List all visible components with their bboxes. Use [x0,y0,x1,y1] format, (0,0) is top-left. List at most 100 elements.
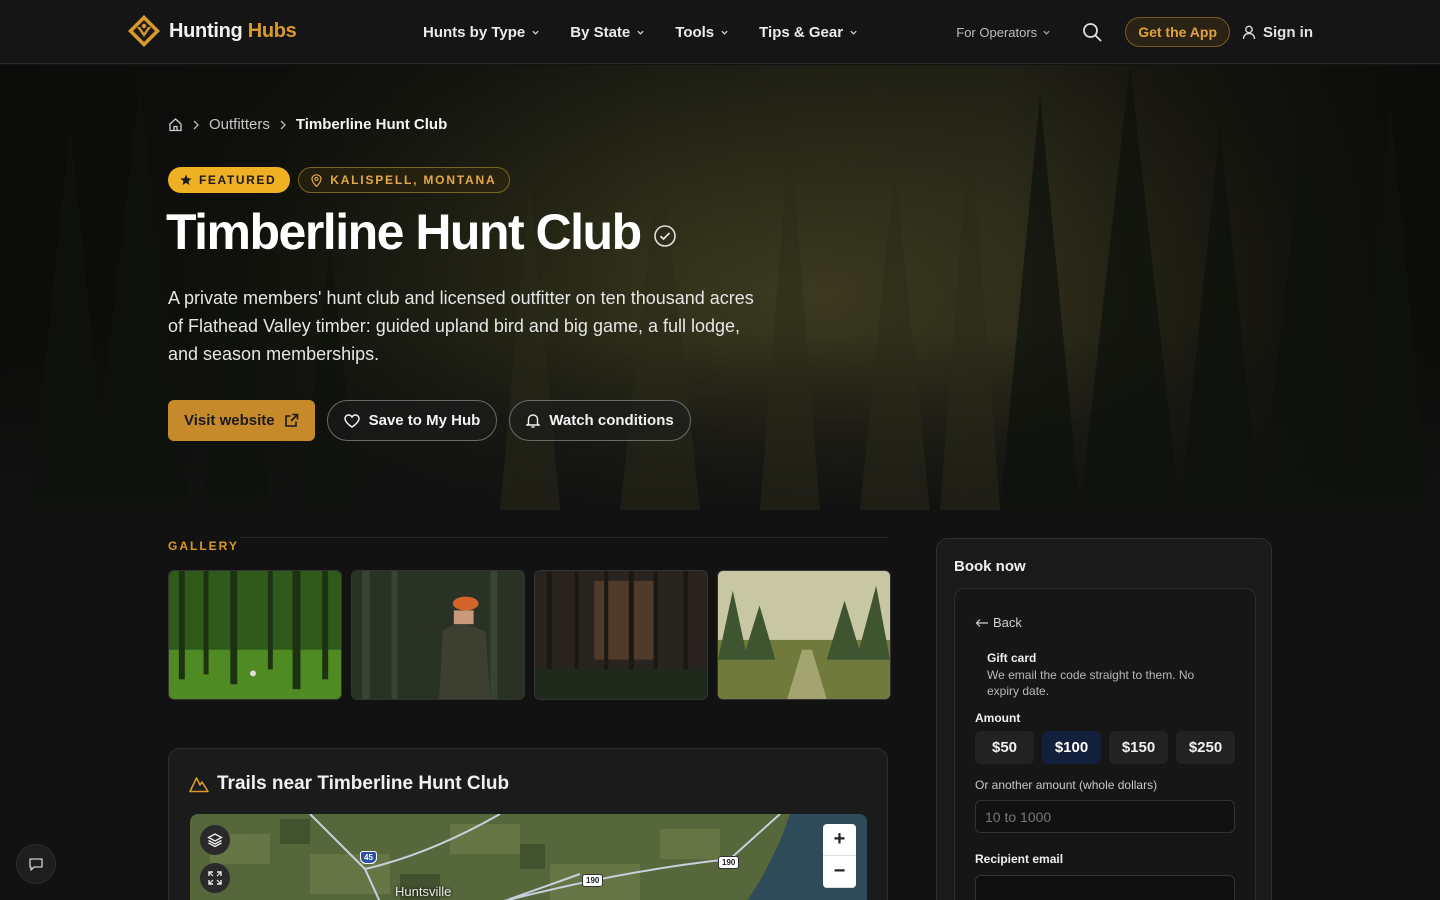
top-navigation-bar: Hunting Hubs Hunts by Type By State Tool… [0,0,1440,64]
verified-badge-icon [653,225,676,247]
highway-shield: 190 [582,874,604,887]
trails-heading: Trails near Timberline Hunt Club [189,773,509,795]
main-navigation: Hunts by Type By State Tools Tips & Gear [423,0,858,64]
gift-card-form: Back Gift card We email the code straigh… [954,588,1256,900]
custom-amount-label: Or another amount (whole dollars) [975,778,1158,792]
gallery-photo-sunlit-pines[interactable] [534,570,708,700]
hero-banner: Outfitters Timberline Hunt Club FEATURED… [0,65,1440,510]
gallery-photo-hunter[interactable] [351,570,525,700]
amount-option-50[interactable]: $50 [975,731,1034,764]
zoom-out-button[interactable]: − [823,856,856,888]
chevron-right-icon [280,120,286,129]
trails-map[interactable]: 45 190 190 Huntsville + − [190,814,867,900]
visit-website-label: Visit website [184,412,275,429]
map-layers-button[interactable] [200,825,230,855]
for-operators-menu[interactable]: For Operators [956,25,1051,40]
amount-option-150[interactable]: $150 [1109,731,1168,764]
hero-description: A private members' hunt club and license… [168,288,754,364]
gallery-photo-misty-field[interactable] [717,570,891,700]
highway-shield: 190 [718,856,740,869]
gallery-thumbnails [168,570,891,700]
save-to-my-hub-button[interactable]: Save to My Hub [326,400,498,441]
home-icon[interactable] [168,117,183,132]
misty-field-photo [718,571,890,699]
fullscreen-icon [208,871,222,885]
nav-tips-gear[interactable]: Tips & Gear [759,24,858,41]
chevron-down-icon [1043,30,1050,35]
zoom-in-button[interactable]: + [823,824,856,856]
page-title: Timberline Hunt Club [166,203,677,261]
satellite-map-image [190,814,867,900]
nav-hunts-by-type[interactable]: Hunts by Type [423,24,540,41]
trails-card: Trails near Timberline Hunt Club 45 190 … [168,748,888,900]
sign-in-label: Sign in [1263,23,1313,41]
breadcrumb: Outfitters Timberline Hunt Club [168,116,447,133]
star-icon [180,174,192,185]
chevron-down-icon [637,30,644,35]
amount-option-250[interactable]: $250 [1176,731,1235,764]
map-pin-icon [311,173,322,187]
amount-option-100[interactable]: $100 [1042,731,1101,764]
gallery-heading: GALLERY [168,539,239,553]
nav-label: Tips & Gear [759,23,844,41]
featured-label: FEATURED [199,173,277,187]
chevron-down-icon [721,30,728,35]
sign-in-link[interactable]: Sign in [1242,24,1313,41]
gallery-divider [240,537,888,538]
watch-label: Watch conditions [549,412,674,429]
breadcrumb-current: Timberline Hunt Club [295,116,448,133]
location-label: KALISPELL, MONTANA [330,173,497,187]
watch-conditions-button[interactable]: Watch conditions [509,400,691,441]
breadcrumb-outfitters[interactable]: Outfitters [209,116,270,133]
amount-options: $50 $100 $150 $250 [975,731,1235,764]
nav-by-state[interactable]: By State [570,24,645,41]
booking-title: Book now [954,558,1026,575]
hunter-photo [352,571,524,699]
chat-icon [29,858,43,871]
nav-label: By State [570,23,631,41]
page-title-text: Timberline Hunt Club [166,204,642,260]
trails-title-text: Trails near Timberline Hunt Club [217,773,510,794]
nav-tools[interactable]: Tools [675,24,729,41]
heart-icon [343,413,360,428]
recipient-email-input[interactable] [975,875,1235,900]
chat-button[interactable] [16,844,56,884]
back-button[interactable]: Back [975,615,1022,630]
map-town-label: Huntsville [395,884,452,899]
hero-actions: Visit website Save to My Hub Watch condi… [168,400,691,441]
external-link-icon [284,413,298,427]
header-actions: For Operators Get the App Sign in [956,0,1313,64]
save-label: Save to My Hub [368,412,481,429]
mountain-icon [189,777,209,793]
map-fullscreen-button[interactable] [200,863,230,893]
amount-label: Amount [975,711,1021,725]
listing-badges: FEATURED KALISPELL, MONTANA [168,167,511,193]
map-zoom-controls: + − [823,824,856,888]
bell-icon [526,414,541,428]
location-badge: KALISPELL, MONTANA [298,167,511,193]
site-logo[interactable]: Hunting Hubs [127,14,297,48]
layers-icon [207,833,223,848]
user-icon [1242,25,1256,39]
recipient-email-label: Recipient email [975,852,1064,866]
chevron-down-icon [532,30,539,35]
arrow-left-icon [975,618,988,627]
pines-photo [535,571,707,699]
gift-card-description: We email the code straight to them. No e… [987,668,1195,698]
nav-label: Tools [675,23,715,41]
interstate-shield: 45 [360,851,377,864]
get-the-app-button[interactable]: Get the App [1125,17,1230,47]
nav-label: Hunts by Type [423,23,526,41]
visit-website-button[interactable]: Visit website [168,400,315,441]
gallery-photo-green-forest[interactable] [168,570,342,700]
booking-panel: Book now Back Gift card We email the cod… [936,538,1272,900]
custom-amount-input[interactable] [975,800,1235,833]
search-icon[interactable] [1081,21,1103,43]
chevron-right-icon [193,120,199,129]
forest-photo [169,571,341,699]
gift-card-title: Gift card [987,651,1037,665]
featured-badge: FEATURED [168,167,291,193]
for-operators-label: For Operators [956,24,1038,40]
back-label: Back [993,615,1022,630]
site-name: Hunting Hubs [169,19,297,42]
